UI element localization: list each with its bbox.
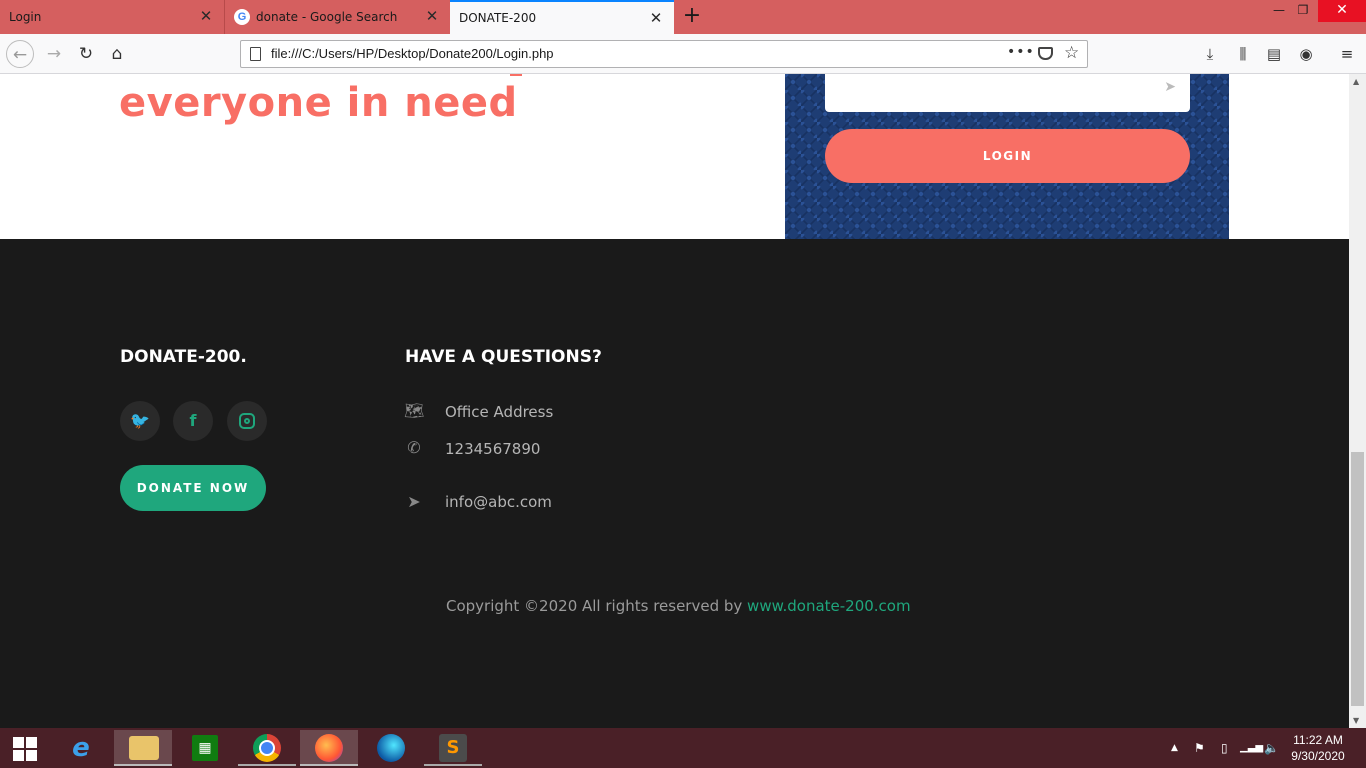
scrollbar-thumb[interactable]	[1351, 452, 1364, 706]
close-tab-icon[interactable]: ✕	[648, 10, 664, 26]
reload-icon[interactable]: ↻	[72, 40, 100, 68]
twitter-icon[interactable]: 🐦	[120, 401, 160, 441]
scroll-up-icon[interactable]: ▲	[1353, 77, 1359, 86]
downloads-icon[interactable]: ⤓	[1196, 40, 1224, 68]
paper-plane-icon: ➤	[407, 492, 421, 511]
hero-title: everyone in need	[119, 80, 518, 126]
battery-icon[interactable]: ▯	[1221, 728, 1228, 768]
scroll-down-icon[interactable]: ▼	[1353, 716, 1359, 725]
phone-number: 1234567890	[445, 440, 541, 458]
copyright-link[interactable]: www.donate-200.com	[747, 597, 911, 615]
sidebar-icon[interactable]: ▤	[1260, 40, 1288, 68]
clipped-text-fragment	[510, 74, 522, 76]
office-address: Office Address	[445, 403, 554, 421]
copyright-prefix: Copyright ©2020 All rights reserved by	[446, 597, 748, 615]
login-panel: ➤ LOGIN	[785, 74, 1229, 239]
email-address[interactable]: info@abc.com	[445, 493, 552, 511]
file-explorer-icon[interactable]	[114, 730, 172, 766]
account-icon[interactable]: ◉	[1292, 40, 1320, 68]
volume-icon[interactable]: 🔈	[1264, 728, 1279, 768]
windows-taskbar: e ▦ S ▲ ⚑ ▯ ▁▃▅ 🔈 11:22 AM 9/30/2020	[0, 728, 1366, 768]
pocket-icon[interactable]	[1038, 47, 1053, 60]
sublime-text-icon[interactable]: S	[424, 730, 482, 766]
tab-login[interactable]: Login ✕	[0, 0, 225, 34]
footer-brand: DONATE-200.	[120, 347, 247, 367]
questions-title: HAVE A QUESTIONS?	[405, 347, 602, 367]
system-clock[interactable]: 11:22 AM 9/30/2020	[1282, 732, 1354, 764]
login-button[interactable]: LOGIN	[825, 129, 1190, 183]
tab-title: Login	[9, 10, 42, 24]
page-viewport: everyone in need ➤ LOGIN DONATE-200. 🐦 f…	[0, 74, 1349, 728]
show-hidden-icons[interactable]: ▲	[1171, 728, 1178, 768]
edge-icon[interactable]	[362, 730, 420, 766]
back-arrow-icon[interactable]: ←	[6, 40, 34, 68]
clock-time: 11:22 AM	[1293, 733, 1343, 747]
network-icon[interactable]: ▁▃▅	[1240, 728, 1263, 768]
hero-section: everyone in need ➤ LOGIN	[0, 74, 1349, 239]
library-icon[interactable]: ⫼	[1229, 40, 1257, 68]
close-tab-icon[interactable]: ✕	[198, 8, 214, 24]
map-icon: 🗺	[404, 401, 425, 420]
navigation-toolbar: ← → ↻ ⌂ file:///C:/Users/HP/Desktop/Dona…	[0, 34, 1366, 74]
copyright-text: Copyright ©2020 All rights reserved by w…	[446, 597, 911, 615]
donate-now-button[interactable]: DONATE NOW	[120, 465, 266, 511]
maximize-button[interactable]: ❐	[1292, 0, 1314, 22]
url-text[interactable]: file:///C:/Users/HP/Desktop/Donate200/Lo…	[271, 46, 554, 61]
message-field[interactable]: ➤	[825, 74, 1190, 112]
browser-tab-strip: Login ✕ G donate - Google Search ✕ DONAT…	[0, 0, 1366, 34]
vertical-scrollbar[interactable]: ▲ ▼	[1349, 74, 1366, 728]
footer: DONATE-200. 🐦 f DONATE NOW HAVE A QUESTI…	[0, 239, 1349, 728]
page-actions-icon[interactable]: •••	[1007, 44, 1035, 60]
address-bar[interactable]: file:///C:/Users/HP/Desktop/Donate200/Lo…	[240, 40, 1088, 68]
start-button[interactable]	[0, 728, 50, 768]
internet-explorer-icon[interactable]: e	[52, 730, 110, 766]
tab-title: DONATE-200	[459, 11, 537, 25]
forward-arrow-icon[interactable]: →	[40, 40, 68, 68]
google-icon: G	[234, 9, 250, 25]
menu-icon[interactable]: ≡	[1333, 40, 1361, 68]
tab-google-search[interactable]: G donate - Google Search ✕	[226, 0, 450, 34]
home-icon[interactable]: ⌂	[103, 40, 131, 68]
bookmark-star-icon[interactable]: ☆	[1064, 43, 1079, 63]
new-tab-button[interactable]: +	[680, 4, 704, 28]
close-tab-icon[interactable]: ✕	[424, 8, 440, 24]
tab-donate-200[interactable]: DONATE-200 ✕	[450, 0, 674, 34]
close-window-button[interactable]: ✕	[1318, 0, 1366, 22]
action-center-flag-icon[interactable]: ⚑	[1194, 728, 1205, 768]
instagram-icon[interactable]	[227, 401, 267, 441]
facebook-icon[interactable]: f	[173, 401, 213, 441]
chrome-icon[interactable]	[238, 730, 296, 766]
page-icon	[250, 47, 261, 61]
paper-plane-icon: ➤	[1164, 79, 1176, 95]
tab-title: donate - Google Search	[256, 10, 398, 24]
firefox-icon[interactable]	[300, 730, 358, 766]
minimize-button[interactable]: —	[1268, 0, 1290, 22]
store-icon[interactable]: ▦	[176, 730, 234, 766]
clock-date: 9/30/2020	[1291, 749, 1345, 763]
phone-icon: ✆	[407, 438, 421, 457]
